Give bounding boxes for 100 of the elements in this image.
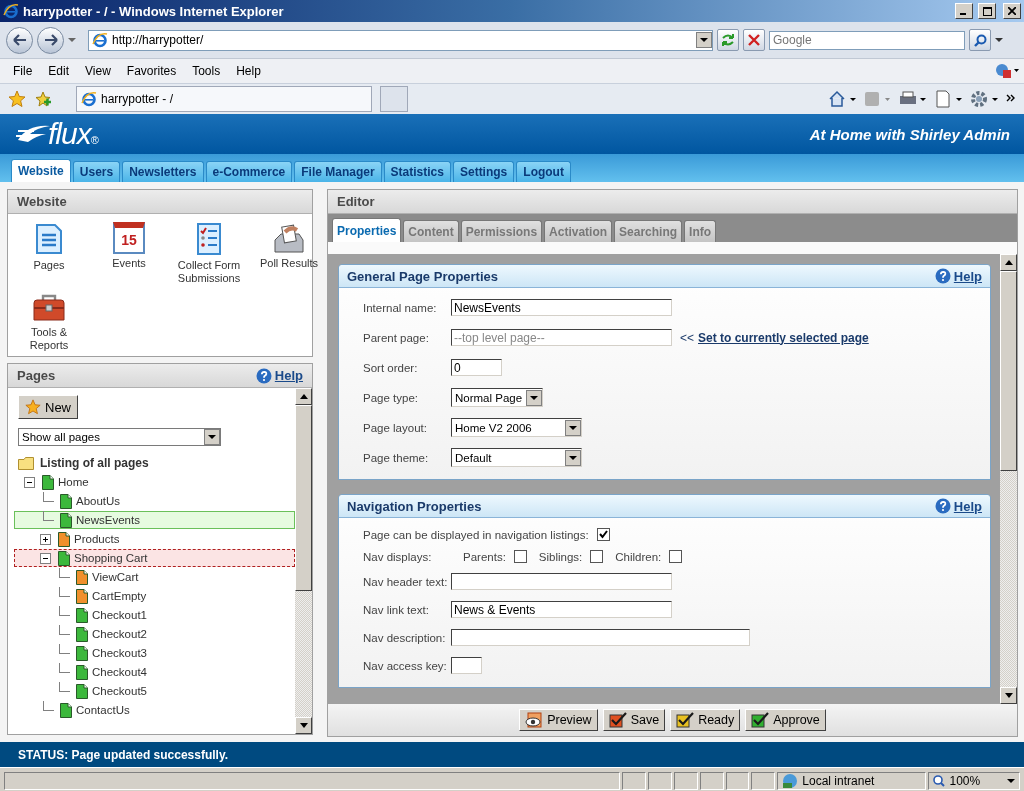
up-arrow-icon (1004, 260, 1013, 265)
security-zone: Local intranet (777, 772, 927, 790)
tree-item[interactable]: Checkout3 (14, 644, 295, 662)
input-field[interactable] (451, 629, 750, 646)
menu-item[interactable]: Edit (40, 64, 78, 78)
dropdown[interactable]: Home V2 2006 (451, 418, 582, 437)
editor-tab[interactable]: Properties (332, 218, 402, 242)
tool-link[interactable]: Tools & Reports (12, 326, 86, 352)
tree-item[interactable]: Shopping Cart (14, 549, 295, 567)
nav-tab[interactable]: Newsletters (122, 161, 204, 182)
add-favorite-icon[interactable] (34, 90, 52, 108)
scroll-up-button[interactable] (295, 388, 312, 405)
maximize-button[interactable] (978, 3, 996, 19)
menu-item[interactable]: Favorites (118, 64, 185, 78)
action-button[interactable]: Approve (745, 709, 826, 731)
browser-logo-icon (81, 91, 97, 107)
caret-icon[interactable] (995, 37, 1003, 43)
tree-item[interactable]: AboutUs (14, 492, 295, 510)
nav-tab[interactable]: Logout (516, 161, 571, 182)
scroll-up-button[interactable] (1000, 254, 1017, 271)
checkbox[interactable] (596, 528, 610, 541)
nav-tab[interactable]: Statistics (383, 161, 451, 182)
globe-icon (782, 773, 799, 789)
tree-item[interactable]: CartEmpty (14, 587, 295, 605)
tool-link[interactable]: Poll Results (252, 257, 326, 270)
nav-tab[interactable]: Users (72, 161, 121, 182)
checkbox[interactable] (590, 550, 604, 563)
status-pane (751, 772, 776, 790)
new-button[interactable]: New (18, 395, 78, 419)
scroll-thumb[interactable] (1000, 271, 1017, 471)
status-pane (699, 772, 724, 790)
stop-button[interactable] (743, 29, 765, 51)
tool-link[interactable]: Collect Form Submissions (172, 259, 246, 285)
stop-icon (748, 34, 760, 46)
zoom-control[interactable]: 100% (928, 772, 1020, 790)
action-button[interactable]: Preview (519, 709, 598, 731)
input-field[interactable]: --top level page-- (451, 329, 672, 346)
help-link[interactable]: Help (255, 367, 303, 384)
menu-item[interactable]: Help (228, 64, 269, 78)
checkbox[interactable] (513, 550, 527, 563)
settings-icon[interactable] (970, 90, 998, 108)
address-field[interactable]: http://harrypotter/ (88, 29, 713, 51)
refresh-button[interactable] (717, 29, 739, 51)
toolbox-icon (32, 293, 66, 323)
dropdown[interactable]: Normal Page (451, 388, 543, 407)
home-icon[interactable] (828, 90, 856, 108)
nav-tab[interactable]: e-Commerce (205, 161, 293, 182)
help-link[interactable]: Help (934, 268, 982, 284)
status-pane (648, 772, 672, 790)
check-document-icon (751, 712, 770, 728)
scroll-down-button[interactable] (1000, 687, 1017, 704)
filter-dropdown[interactable]: Show all pages (18, 428, 221, 446)
tree-item[interactable]: Checkout4 (14, 663, 295, 681)
caret-icon[interactable] (68, 37, 76, 43)
search-button[interactable] (969, 29, 991, 51)
forward-button[interactable] (37, 26, 64, 54)
collapse-icon[interactable] (40, 552, 51, 564)
tool-link[interactable]: Pages (12, 259, 86, 272)
back-button[interactable] (6, 26, 33, 54)
nav-tab[interactable]: Settings (452, 161, 515, 182)
minimize-button[interactable] (955, 3, 973, 19)
close-button[interactable] (1003, 3, 1021, 19)
input-field[interactable]: News & Events (451, 601, 672, 618)
scrollbar[interactable] (1000, 254, 1017, 704)
browser-tab[interactable]: harrypotter - / (76, 86, 372, 112)
nav-tab[interactable]: File Manager (294, 161, 382, 182)
chevron-icon[interactable] (1006, 94, 1016, 104)
menu-item[interactable]: View (77, 64, 119, 78)
scroll-thumb[interactable] (295, 405, 312, 591)
help-link[interactable]: Help (934, 498, 982, 514)
collapse-icon[interactable] (24, 476, 35, 488)
tree-item[interactable]: Checkout5 (14, 682, 295, 700)
search-field[interactable]: Google (769, 30, 965, 50)
action-button[interactable]: Ready (670, 709, 741, 731)
tree-item[interactable]: Checkout1 (14, 606, 295, 624)
star-icon[interactable] (8, 90, 26, 108)
input-field[interactable]: NewsEvents (451, 299, 672, 316)
tree-item[interactable]: ContactUs (14, 701, 295, 719)
tree-item[interactable]: Checkout2 (14, 625, 295, 643)
page-menu-icon[interactable] (934, 90, 962, 108)
input-field[interactable] (451, 657, 482, 674)
tree-item[interactable]: NewsEvents (14, 511, 295, 529)
nav-tab[interactable]: Website (11, 159, 71, 182)
tree-item[interactable]: ViewCart (14, 568, 295, 586)
field-label: Page layout: (363, 421, 428, 434)
link[interactable]: Set to currently selected page (698, 330, 869, 345)
action-button[interactable]: Save (602, 709, 666, 731)
input-field[interactable]: 0 (451, 359, 502, 376)
tool-link[interactable]: Events (92, 257, 166, 270)
checkbox[interactable] (669, 550, 683, 563)
dropdown[interactable]: Default (451, 448, 582, 467)
tree-item[interactable]: Products (14, 530, 295, 548)
scrollbar[interactable] (295, 388, 312, 734)
menu-item[interactable]: File (5, 64, 41, 78)
scroll-down-button[interactable] (295, 717, 312, 734)
field-label: Page type: (363, 391, 419, 404)
expand-icon[interactable] (40, 533, 51, 545)
menu-item[interactable]: Tools (184, 64, 229, 78)
tree-item[interactable]: Home (14, 473, 295, 491)
input-field[interactable] (451, 573, 672, 590)
